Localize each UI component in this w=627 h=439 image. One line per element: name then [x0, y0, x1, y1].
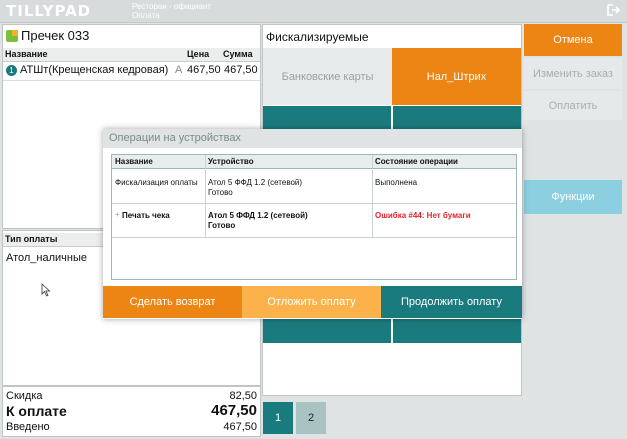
col-device: Устройство	[208, 157, 254, 166]
cancel-button[interactable]: Отмена	[524, 24, 622, 56]
device-name: Атол 5 ФФД 1.2 (сетевой)	[208, 211, 308, 220]
totals-panel: Скидка 82,50 К оплате 467,50 Введено 467…	[2, 386, 261, 437]
mouse-cursor-icon	[41, 283, 51, 300]
operations-table-header: Название Устройство Состояние операции	[112, 155, 516, 169]
device-name: Атол 5 ФФД 1.2 (сетевой)	[208, 178, 303, 187]
defer-payment-button[interactable]: Отложить оплату	[242, 286, 381, 318]
operation-name: Печать чека	[122, 211, 170, 220]
col-name: Название	[5, 49, 48, 59]
fiscal-title: Фискализируемые	[266, 30, 369, 44]
col-status: Состояние операции	[375, 157, 458, 166]
discount-value: 82,50	[229, 390, 257, 402]
discount-label: Скидка	[6, 390, 43, 402]
entered-label: Введено	[6, 421, 50, 433]
qty-badge: 1	[6, 65, 17, 76]
page-2-button[interactable]: 2	[296, 402, 326, 434]
tile-divider	[391, 319, 393, 343]
order-icon	[6, 30, 18, 42]
due-label: К оплате	[6, 403, 67, 419]
dialog-title: Операции на устройствах	[103, 129, 522, 148]
device-state: Готово	[208, 221, 236, 230]
order-table-header: Название Цена Сумма	[3, 48, 260, 62]
item-flag: А	[175, 64, 183, 76]
refund-button[interactable]: Сделать возврат	[103, 286, 242, 318]
table-row[interactable]: 1 АТШт(Крещенская кедровая) А 467,50 467…	[3, 62, 260, 81]
operation-status-error: Ошибка #44: Нет бумаги	[375, 211, 471, 220]
table-row[interactable]: Фискализация оплаты Атол 5 ФФД 1.2 (сете…	[112, 169, 516, 204]
cash-tile[interactable]: Нал_Штрих	[392, 48, 521, 105]
operation-status: Выполнена	[375, 178, 418, 187]
due-value: 467,50	[211, 402, 257, 419]
col-sum: Сумма	[223, 49, 253, 59]
operation-name: Фискализация оплаты	[115, 178, 198, 187]
table-row[interactable]: + Печать чека Атол 5 ФФД 1.2 (сетевой) Г…	[112, 204, 516, 238]
window-subtitle: Оплата	[132, 11, 160, 20]
order-title: Пречек 033	[21, 28, 90, 43]
top-bar: TILLYPAD Ресторан - официант Оплата	[0, 0, 627, 23]
bank-cards-tile[interactable]: Банковские карты	[263, 48, 392, 105]
col-operation-name: Название	[115, 157, 153, 166]
expand-icon[interactable]: +	[115, 210, 120, 219]
window-title: Ресторан - официант	[132, 2, 211, 11]
app-logo: TILLYPAD	[6, 2, 92, 20]
device-operations-dialog: Операции на устройствах Название Устройс…	[103, 129, 522, 319]
item-price: 467,50	[187, 64, 221, 76]
item-sum: 467,50	[224, 64, 258, 76]
payment-method[interactable]: Атол_наличные	[6, 252, 87, 264]
payment-type-label: Тип оплаты	[5, 234, 58, 244]
exit-icon[interactable]	[606, 3, 621, 17]
pay-button[interactable]: Оплатить	[524, 91, 622, 120]
item-name: АТШт(Крещенская кедровая)	[20, 64, 169, 76]
operations-table: Название Устройство Состояние операции Ф…	[111, 154, 517, 280]
page-1-button[interactable]: 1	[263, 402, 293, 434]
device-state: Готово	[208, 188, 233, 197]
entered-value: 467,50	[223, 421, 257, 433]
continue-payment-button[interactable]: Продолжить оплату	[381, 286, 522, 318]
tile-divider	[391, 106, 393, 130]
col-price: Цена	[187, 49, 210, 59]
functions-button[interactable]: Функции	[524, 180, 622, 214]
change-order-button[interactable]: Изменить заказ	[524, 58, 622, 89]
